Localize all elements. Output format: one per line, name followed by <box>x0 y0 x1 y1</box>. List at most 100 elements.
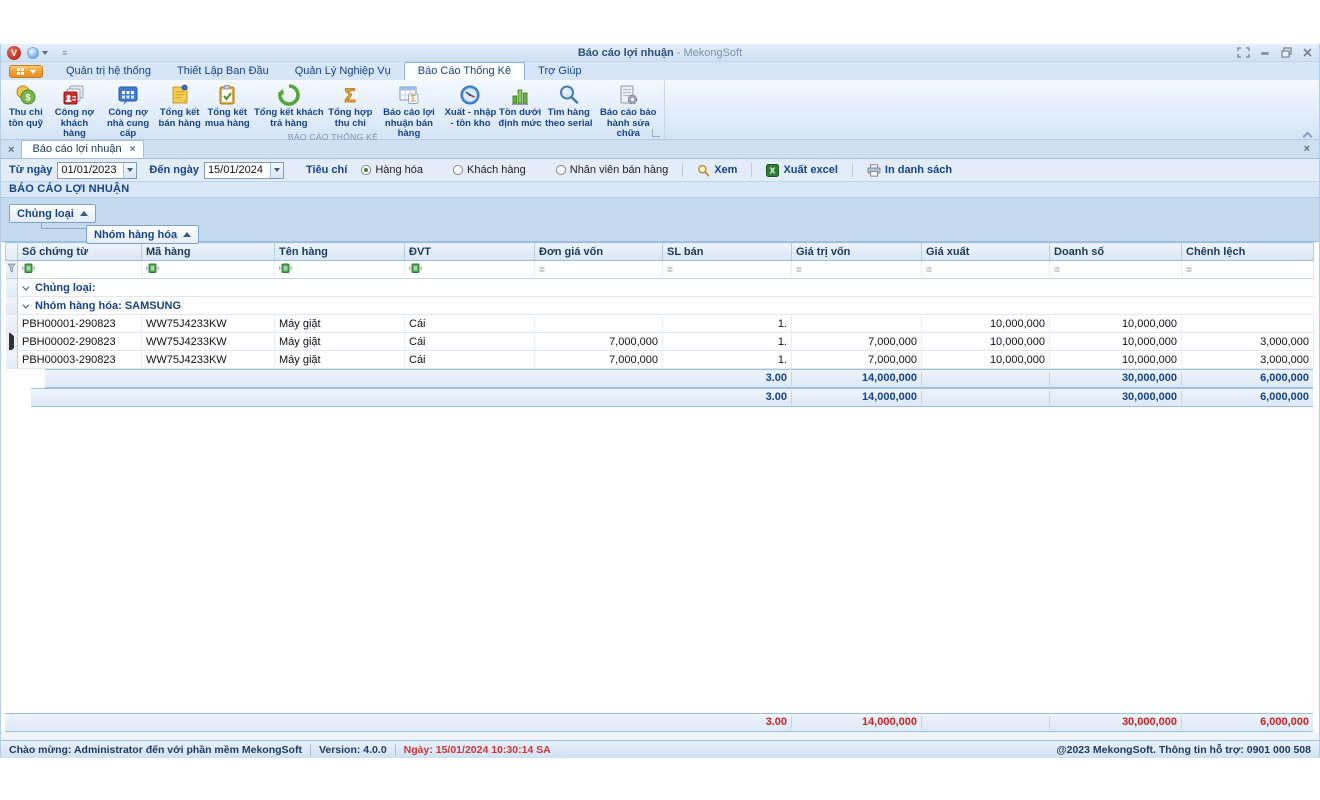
report-table: Số chứng từ Mã hàng Tên hàng ĐVT Đơn giá… <box>5 242 1314 369</box>
radio-nhan-vien-ban-hang[interactable]: Nhân viên bán hàng <box>556 164 668 176</box>
status-version: Version: 4.0.0 <box>319 744 387 756</box>
from-date-value[interactable]: 01/01/2023 <box>58 163 123 178</box>
filter-cell-dvt[interactable] <box>405 261 535 279</box>
export-excel-label: Xuất excel <box>783 164 837 176</box>
doc-tab-label: Báo cáo lợi nhuận <box>32 143 121 155</box>
app-menu-grid-icon <box>17 68 24 75</box>
filter-cell-ma-hang[interactable] <box>142 261 275 279</box>
dialog-launcher-icon[interactable] <box>652 129 660 137</box>
inventory-clock-icon <box>458 83 482 107</box>
fullscreen-icon[interactable] <box>1237 47 1250 58</box>
panel-close-icon[interactable]: × <box>1297 143 1317 157</box>
group-button-nhom-hang-hoa[interactable]: Nhóm hàng hóa <box>86 225 199 244</box>
view-button[interactable]: Xem <box>691 164 743 177</box>
grid-empty-area <box>5 407 1311 713</box>
tab-close-icon[interactable]: × <box>130 144 136 155</box>
status-bar: Chào mừng: Administrator đến với phần mề… <box>1 740 1319 758</box>
col-header-so-chung-tu[interactable]: Số chứng từ <box>18 243 142 261</box>
radio-hang-hoa[interactable]: Hàng hóa <box>361 164 423 176</box>
col-header-chenh-lech[interactable]: Chênh lệch <box>1182 243 1314 261</box>
col-header-gia-xuat[interactable]: Giá xuất <box>922 243 1050 261</box>
low-stock-chart-icon <box>508 83 532 107</box>
print-list-button[interactable]: In danh sách <box>861 164 958 177</box>
ribbon-group-label-strip: BÁO CÁO THỐNG KÊ <box>1 127 665 139</box>
auto-filter-row: = = = = = = <box>6 261 1314 279</box>
category-subtotal-row: 3.00 14,000,000 30,000,000 6,000,000 <box>5 388 1313 407</box>
doc-tab-bao-cao-loi-nhuan[interactable]: Báo cáo lợi nhuận × <box>21 140 144 158</box>
from-date-dropdown-icon[interactable] <box>123 163 136 178</box>
collapse-chevron-icon[interactable] <box>22 283 29 290</box>
ribbon-tab-quan-ly-nghiep-vu[interactable]: Quản Lý Nghiệp Vụ <box>282 63 404 80</box>
group-by-panel[interactable]: Chủng loại Nhóm hàng hóa <box>1 198 1319 242</box>
app-logo-icon[interactable]: V <box>7 46 21 60</box>
col-header-don-gia-von[interactable]: Đơn giá vốn <box>535 243 663 261</box>
sort-ascending-icon[interactable] <box>80 211 88 216</box>
col-header-ma-hang[interactable]: Mã hàng <box>142 243 275 261</box>
filter-cell-gia-xuat[interactable]: = <box>922 261 1050 279</box>
ribbon-button-tong-hop-thu-chi[interactable]: Σ Tổng hợp thu chi <box>327 82 375 129</box>
ribbon-tab-tro-giup[interactable]: Trợ Giúp <box>525 63 594 80</box>
ribbon-button-tim-hang-theo-serial[interactable]: Tìm hàng theo serial <box>543 82 595 129</box>
ribbon-tab-bao-cao-thong-ke[interactable]: Báo Cáo Thống Kê <box>404 62 525 80</box>
filter-cell-sl-ban[interactable]: = <box>663 261 792 279</box>
filter-pin-icon <box>6 261 18 279</box>
ribbon-button-thu-chi-ton-quy[interactable]: $ Thu chi tồn quỹ <box>3 82 49 129</box>
group-button-label: Nhóm hàng hóa <box>94 229 177 241</box>
window-title-app: - MekongSoft <box>677 47 742 59</box>
filter-cell-gia-tri-von[interactable]: = <box>792 261 922 279</box>
to-date-input[interactable]: 15/01/2024 <box>204 162 284 179</box>
col-header-dvt[interactable]: ĐVT <box>405 243 535 261</box>
group-row-nhom-hang-hoa[interactable]: Nhóm hàng hóa: SAMSUNG <box>6 297 1314 315</box>
group-row-chung-loai[interactable]: Chủng loại: <box>6 279 1314 297</box>
filter-cell-ten-hang[interactable] <box>275 261 405 279</box>
col-header-gia-tri-von[interactable]: Giá trị vốn <box>792 243 922 261</box>
current-row-indicator-icon <box>9 333 14 351</box>
separator <box>310 744 311 756</box>
col-header-doanh-so[interactable]: Doanh số <box>1050 243 1182 261</box>
app-menu-button[interactable] <box>9 65 43 78</box>
excel-icon: X <box>766 164 779 177</box>
from-date-input[interactable]: 01/01/2023 <box>57 162 137 179</box>
ribbon-button-xuat-nhap-ton-kho[interactable]: Xuất - nhập - tồn kho <box>444 82 498 129</box>
view-magnifier-icon <box>697 164 710 177</box>
minimize-icon[interactable] <box>1260 47 1271 58</box>
group-button-chung-loai[interactable]: Chủng loại <box>9 204 96 223</box>
supplier-debt-icon <box>116 83 140 107</box>
grand-total-row: 3.00 14,000,000 30,000,000 6,000,000 <box>5 713 1313 732</box>
grand-total-doanh-so: 30,000,000 <box>1122 713 1177 732</box>
filter-cell-chenh-lech[interactable]: = <box>1182 261 1314 279</box>
ribbon-button-tong-ket-khach-tra-hang[interactable]: Tổng kết khách trả hàng <box>251 82 326 129</box>
view-button-label: Xem <box>714 164 737 176</box>
ribbon-button-tong-ket-ban-hang[interactable]: Tổng kết bán hàng <box>156 82 204 129</box>
status-copyright: @2023 MekongSoft. Thông tin hỗ trợ: 0901… <box>1056 744 1311 756</box>
radio-label: Khách hàng <box>467 164 526 176</box>
table-row[interactable]: PBH00001-290823 WW75J4233KW Máy giặt Cái… <box>6 315 1314 333</box>
col-header-ten-hang[interactable]: Tên hàng <box>275 243 405 261</box>
close-icon[interactable] <box>1302 47 1313 58</box>
to-date-value[interactable]: 15/01/2024 <box>205 163 270 178</box>
ribbon-collapse-icon[interactable] <box>1304 131 1311 136</box>
svg-text:$: $ <box>25 93 30 103</box>
radio-khach-hang[interactable]: Khách hàng <box>453 164 526 176</box>
group-connector-line <box>41 223 86 229</box>
filter-cell-so-chung-tu[interactable] <box>18 261 142 279</box>
close-all-tabs-icon[interactable]: × <box>1 144 21 158</box>
sort-ascending-icon[interactable] <box>183 232 191 237</box>
quick-access-overflow-icon[interactable]: ≡ <box>62 48 67 58</box>
filter-cell-doanh-so[interactable]: = <box>1050 261 1182 279</box>
ribbon-button-ton-duoi-dinh-muc[interactable]: Tồn dưới định mức <box>497 82 543 129</box>
ribbon-button-tong-ket-mua-hang[interactable]: Tổng kết mua hàng <box>203 82 251 129</box>
quick-access-dropdown-icon[interactable] <box>42 51 48 55</box>
collapse-chevron-icon[interactable] <box>22 301 29 308</box>
ribbon-tab-thiet-lap-ban-dau[interactable]: Thiết Lập Ban Đầu <box>164 63 282 80</box>
quick-access-sphere-icon[interactable] <box>27 47 39 59</box>
group-button-label: Chủng loại <box>17 208 74 220</box>
col-header-sl-ban[interactable]: SL bán <box>663 243 792 261</box>
restore-icon[interactable] <box>1281 47 1292 58</box>
filter-cell-don-gia-von[interactable]: = <box>535 261 663 279</box>
ribbon-tab-quan-tri-he-thong[interactable]: Quản trị hệ thống <box>53 63 164 80</box>
table-row[interactable]: PBH00003-290823 WW75J4233KW Máy giặt Cái… <box>6 351 1314 369</box>
to-date-dropdown-icon[interactable] <box>270 163 283 178</box>
export-excel-button[interactable]: X Xuất excel <box>760 164 843 177</box>
table-row[interactable]: PBH00002-290823 WW75J4233KW Máy giặt Cái… <box>6 333 1314 351</box>
